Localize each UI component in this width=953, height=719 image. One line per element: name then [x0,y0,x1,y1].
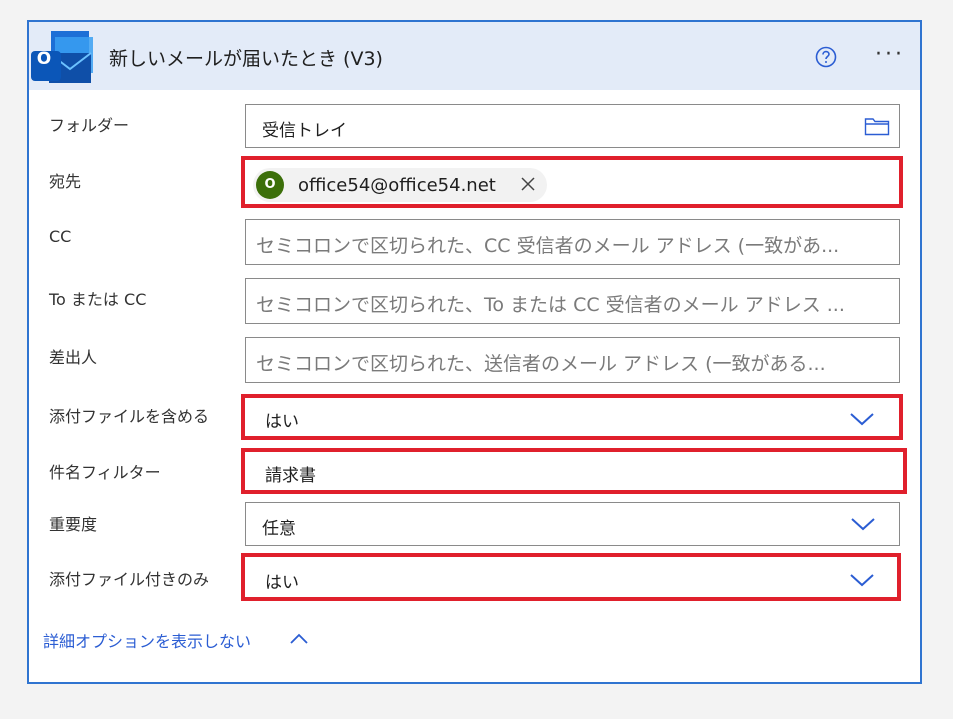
page-title: 新しいメールが届いたとき (V3) [109,48,383,70]
to-or-cc-input[interactable]: セミコロンで区切られた、To または CC 受信者のメール アドレス ... [245,278,900,324]
to-or-cc-label: To または CC [49,290,147,309]
recipient-chip[interactable]: O office54@office54.net [253,168,547,202]
subject-filter-input[interactable]: 請求書 [241,448,907,494]
cc-label: CC [49,227,72,246]
only-with-attachments-value: はい [265,573,299,593]
from-label: 差出人 [49,348,98,367]
importance-value: 任意 [262,519,296,539]
chevron-down-icon[interactable] [849,572,875,588]
include-attachments-select[interactable]: はい [241,394,903,440]
to-or-cc-placeholder: セミコロンで区切られた、To または CC 受信者のメール アドレス ... [256,294,845,316]
question-circle-icon[interactable] [815,46,837,68]
folder-label: フォルダー [49,116,130,135]
only-with-attachments-label: 添付ファイル付きのみ [49,570,210,589]
trigger-card: O 新しいメールが届いたとき (V3) ··· フォルダー 受信トレイ 宛先 O… [27,20,922,684]
close-icon[interactable] [519,175,537,193]
chevron-down-icon[interactable] [849,411,875,427]
subject-filter-label: 件名フィルター [49,463,161,482]
importance-select[interactable]: 任意 [245,502,900,546]
recipient-email: office54@office54.net [298,175,496,196]
include-attachments-value: はい [265,412,299,432]
subject-filter-value: 請求書 [265,466,316,486]
from-placeholder: セミコロンで区切られた、送信者のメール アドレス (一致がある... [256,353,826,375]
more-horizontal-icon[interactable]: ··· [875,44,909,67]
to-label: 宛先 [49,172,82,191]
from-input[interactable]: セミコロンで区切られた、送信者のメール アドレス (一致がある... [245,337,900,383]
only-with-attachments-select[interactable]: はい [241,553,901,601]
avatar: O [256,171,284,199]
cc-input[interactable]: セミコロンで区切られた、CC 受信者のメール アドレス (一致があ... [245,219,900,265]
folder-value: 受信トレイ [262,121,347,141]
card-header: O 新しいメールが届いたとき (V3) ··· [29,22,920,90]
folder-field[interactable]: 受信トレイ [245,104,900,148]
hide-advanced-options-link[interactable]: 詳細オプションを表示しない [43,628,251,652]
importance-label: 重要度 [49,515,98,534]
chevron-down-icon[interactable] [850,515,876,533]
folder-icon[interactable] [864,116,890,136]
chevron-up-icon[interactable] [289,632,309,646]
cc-placeholder: セミコロンで区切られた、CC 受信者のメール アドレス (一致があ... [256,235,840,257]
include-attachments-label: 添付ファイルを含める [49,407,210,426]
outlook-logo-letter: O [36,49,52,69]
